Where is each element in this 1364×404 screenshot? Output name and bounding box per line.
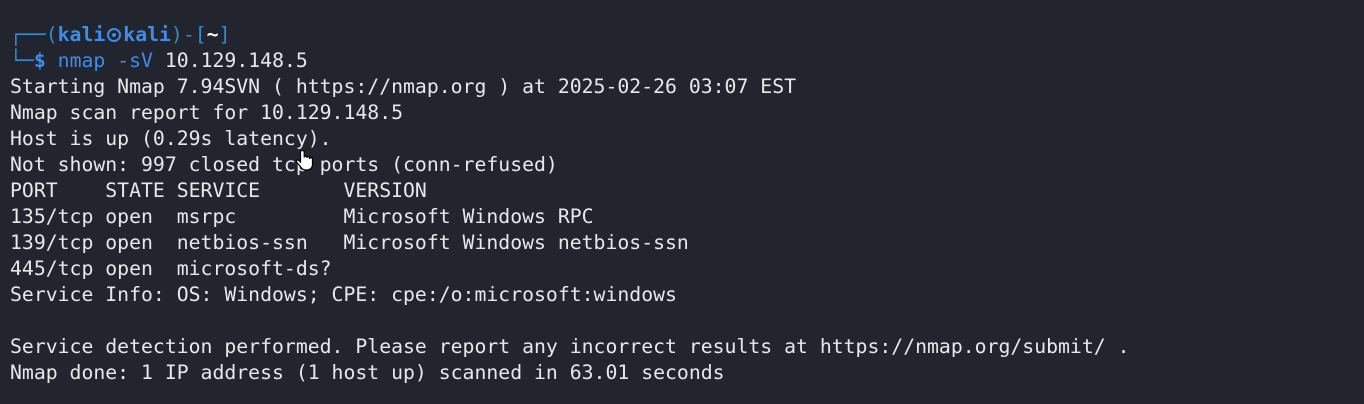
command-argument: 10.129.148.5 [164,49,308,72]
output-line: Service detection performed. Please repo… [10,335,1130,358]
output-line: 135/tcp open msrpc Microsoft Windows RPC [10,205,594,228]
prompt-host: kali [123,23,171,46]
prompt-user: kali [57,23,106,46]
output-line: Host is up (0.29s latency). [10,127,332,150]
command-option: -sV [117,49,153,72]
prompt-frame-bottom: └─ [10,49,34,72]
output-line: Not shown: 997 closed tcp ports (conn-re… [10,153,558,176]
prompt-symbol: $ [33,49,46,72]
output-line: 139/tcp open netbios-ssn Microsoft Windo… [10,231,689,254]
prompt-line-top: ┌──(kali kali)-[~] [10,22,1364,48]
prompt-frame-mid: )-[ [170,23,207,46]
output-line: Starting Nmap 7.94SVN ( https://nmap.org… [10,75,797,98]
kali-skull-icon [107,28,122,42]
prompt-frame-close: ] [218,23,231,46]
command-name: nmap [57,49,106,72]
output-line: Nmap scan report for 10.129.148.5 [10,101,404,124]
output-line: Nmap done: 1 IP address (1 host up) scan… [10,361,725,384]
prompt-frame-top: ┌──( [10,23,58,46]
output-line: Service Info: OS: Windows; CPE: cpe:/o:m… [10,283,677,306]
hand-pointer-icon [296,149,314,171]
terminal-window[interactable]: ┌──(kali kali)-[~] └─$ nmap -sV 10.129.14… [0,0,1364,404]
prompt-line-command: └─$ nmap -sV 10.129.148.5 [10,48,1364,74]
output-line: 445/tcp open microsoft-ds? [10,257,332,280]
prompt-cwd: ~ [206,23,219,46]
output-line: PORT STATE SERVICE VERSION [10,179,427,202]
